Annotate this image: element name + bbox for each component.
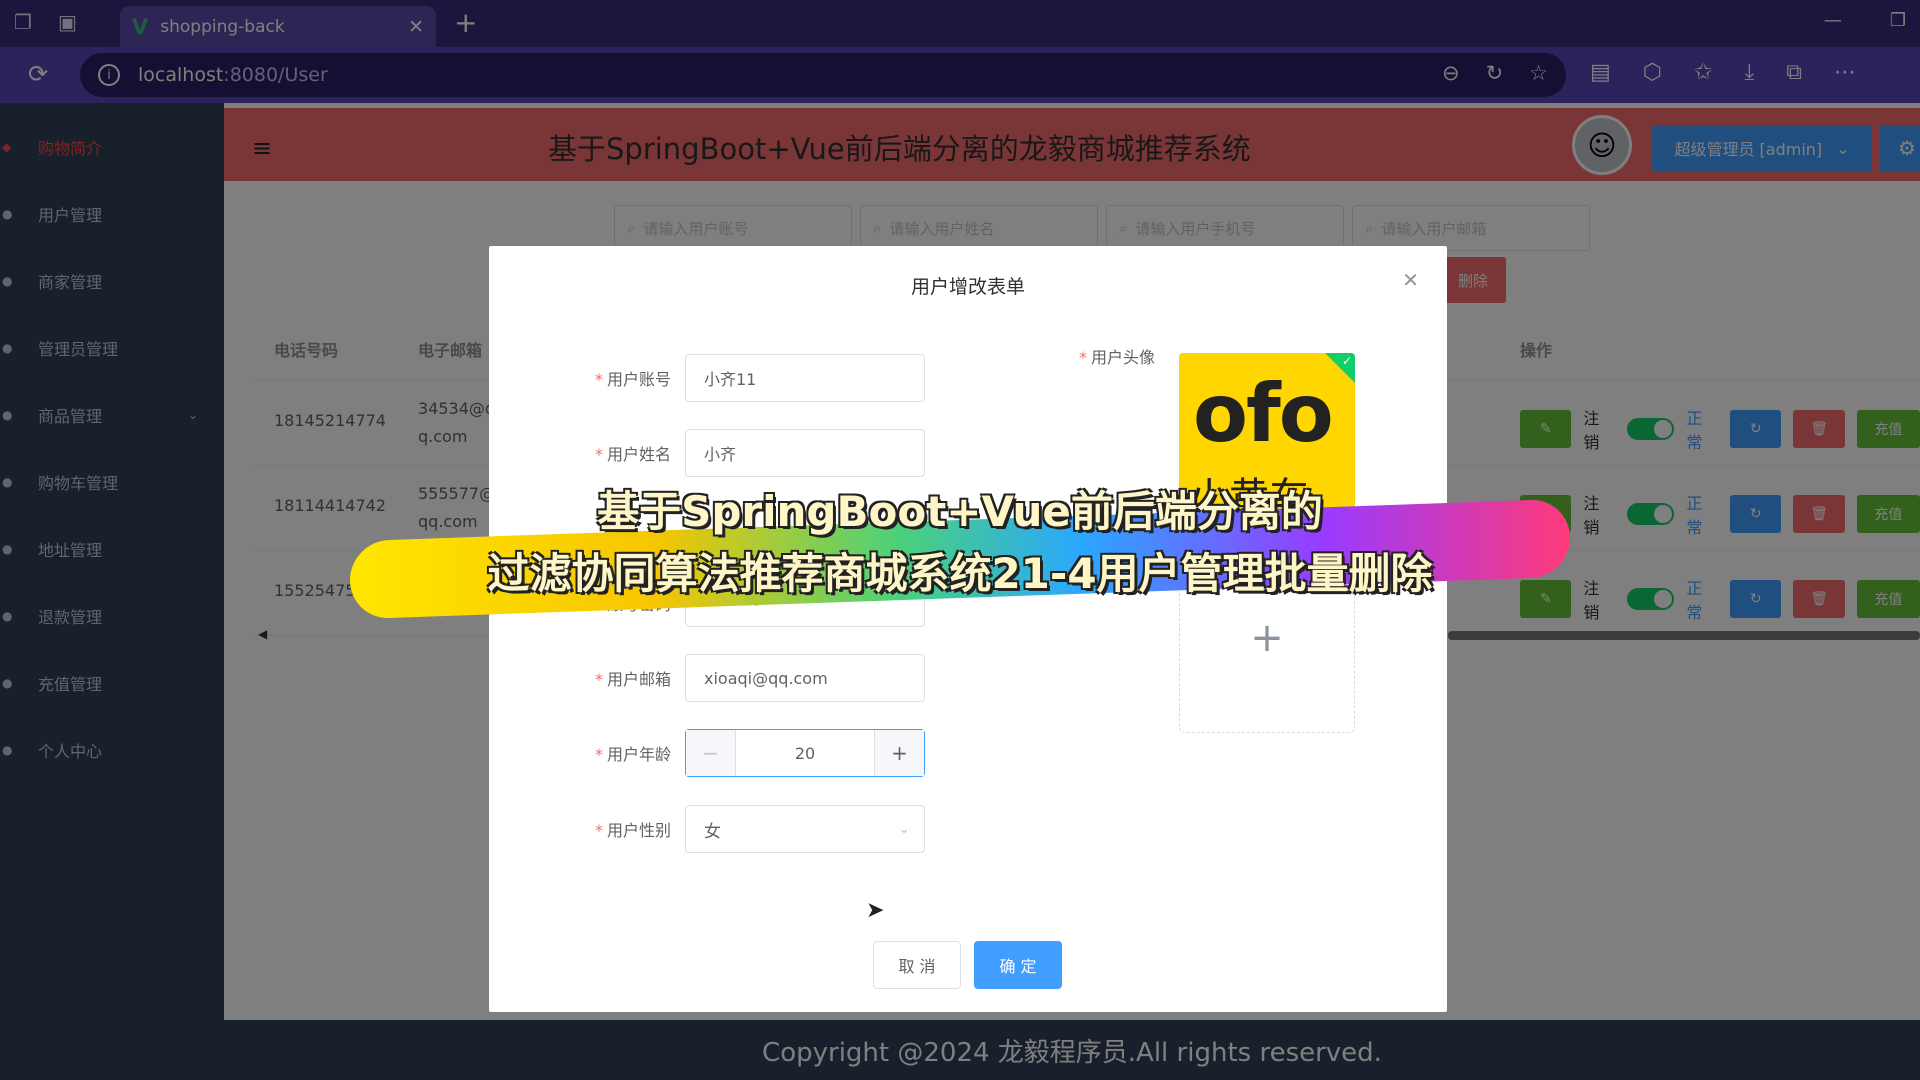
- chevron-down-icon: ⌄: [898, 821, 910, 837]
- form-row-account: * 用户账号 小齐11: [489, 354, 925, 402]
- label-text: 用户头像: [1090, 348, 1155, 367]
- email-label: * 用户邮箱: [489, 666, 685, 690]
- age-label: * 用户年龄: [489, 741, 685, 765]
- check-icon: ✓: [1341, 354, 1352, 368]
- cancel-button[interactable]: 取 消: [873, 941, 961, 989]
- ofo-logo: ofo: [1193, 367, 1334, 460]
- mouse-cursor-icon: ➤: [866, 898, 885, 923]
- email-field[interactable]: xioaqi@qq.com: [685, 654, 925, 702]
- avatar-label: * 用户头像: [1045, 344, 1155, 368]
- plus-icon: +: [1250, 615, 1284, 661]
- label-text: 用户账号: [606, 370, 671, 389]
- required-mark: *: [594, 670, 603, 689]
- account-field[interactable]: 小齐11: [685, 354, 925, 402]
- gender-select[interactable]: 女 ⌄: [685, 805, 925, 853]
- age-stepper: − 20 +: [685, 729, 925, 777]
- form-row-name: * 用户姓名 小齐: [489, 429, 925, 477]
- form-row-age: * 用户年龄 − 20 +: [489, 729, 925, 777]
- required-mark: *: [594, 745, 603, 764]
- user-form-dialog: 用户增改表单 ✕ *用户账号 小齐11 *用户姓名 小齐 *账号密码 •••••…: [489, 246, 1447, 1012]
- close-icon[interactable]: ✕: [1402, 268, 1419, 292]
- overlay-title-line2: 过滤协同算法推荐商城系统21-4用户管理批量删除: [487, 549, 1433, 598]
- required-mark: *: [594, 821, 603, 840]
- dialog-title: 用户增改表单: [910, 276, 1025, 298]
- account-label: * 用户账号: [489, 366, 685, 390]
- increment-button[interactable]: +: [874, 730, 924, 776]
- label-text: 用户邮箱: [606, 670, 671, 689]
- form-row-gender: * 用户性别 女 ⌄: [489, 805, 925, 853]
- name-field[interactable]: 小齐: [685, 429, 925, 477]
- label-text: 用户年龄: [606, 745, 671, 764]
- confirm-button[interactable]: 确 定: [974, 941, 1062, 989]
- required-mark: *: [594, 445, 603, 464]
- form-row-email: * 用户邮箱 xioaqi@qq.com: [489, 654, 925, 702]
- age-value[interactable]: 20: [736, 744, 874, 763]
- decrement-button[interactable]: −: [686, 730, 736, 776]
- label-text: 用户姓名: [606, 445, 671, 464]
- required-mark: *: [1078, 348, 1087, 367]
- required-mark: *: [594, 370, 603, 389]
- gender-value: 女: [704, 821, 721, 842]
- overlay-title-line1: 基于SpringBoot+Vue前后端分离的: [597, 487, 1323, 536]
- label-text: 用户性别: [606, 821, 671, 840]
- name-label: * 用户姓名: [489, 441, 685, 465]
- gender-label: * 用户性别: [489, 817, 685, 841]
